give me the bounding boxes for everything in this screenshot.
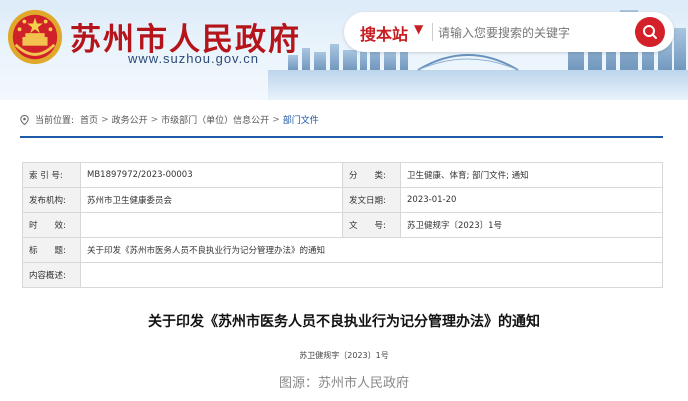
- breadcrumb: 当前位置: 首页 > 政务公开 > 市级部门（单位）信息公开 > 部门文件: [20, 113, 319, 126]
- validity-label: 时 效:: [22, 212, 81, 238]
- divider: [432, 23, 433, 41]
- table-row: 时 效: 文 号: 苏卫健规字〔2023〕1号: [22, 212, 663, 238]
- image-caption: 图源：苏州市人民政府: [278, 376, 409, 391]
- issue-date-value: 2023-01-20: [400, 187, 663, 213]
- document-number-label: 文 号:: [342, 212, 401, 238]
- search-button[interactable]: [635, 17, 665, 47]
- validity-value: [80, 212, 343, 238]
- breadcrumb-separator: >: [272, 114, 280, 125]
- site-url: www.suzhou.gov.cn: [128, 51, 259, 66]
- breadcrumb-item-gov-affairs[interactable]: 政务公开: [112, 113, 148, 126]
- document-info-table: 索 引 号: MB1897972/2023-00003 分 类: 卫生健康、体育…: [22, 162, 663, 288]
- search-input[interactable]: [436, 21, 630, 45]
- issue-date-label: 发文日期:: [342, 187, 401, 213]
- breadcrumb-separator: >: [150, 114, 159, 125]
- location-pin-icon: [20, 114, 29, 125]
- breadcrumb-item-dept-documents[interactable]: 部门文件: [283, 113, 319, 126]
- table-row: 内容概述:: [22, 262, 663, 288]
- national-emblem-icon: [7, 9, 63, 65]
- table-row: 发布机构: 苏州市卫生健康委员会 发文日期: 2023-01-20: [22, 187, 663, 213]
- caret-down-icon[interactable]: ▼: [414, 22, 423, 36]
- breadcrumb-separator: >: [101, 114, 109, 125]
- document-title: 关于印发《苏州市医务人员不良执业行为记分管理办法》的通知: [148, 314, 540, 330]
- document-number-value: 苏卫健规字〔2023〕1号: [400, 212, 663, 238]
- breadcrumb-item-home[interactable]: 首页: [80, 113, 98, 126]
- table-row: 索 引 号: MB1897972/2023-00003 分 类: 卫生健康、体育…: [22, 162, 663, 188]
- document-number: 苏卫健规字〔2023〕1号: [299, 351, 389, 360]
- breadcrumb-divider: [20, 136, 663, 138]
- breadcrumb-prefix: 当前位置:: [35, 116, 75, 126]
- site-header: 苏州市人民政府 www.suzhou.gov.cn 搜本站 ▼: [0, 0, 688, 100]
- search-scope-dropdown[interactable]: 搜本站: [360, 21, 408, 45]
- publisher-value: 苏州市卫生健康委员会: [80, 187, 343, 213]
- index-number-value: MB1897972/2023-00003: [80, 162, 343, 188]
- summary-label: 内容概述:: [22, 262, 81, 288]
- category-value: 卫生健康、体育; 部门文件; 通知: [400, 162, 663, 188]
- title-value: 关于印发《苏州市医务人员不良执业行为记分管理办法》的通知: [80, 237, 663, 263]
- search-bar: 搜本站 ▼: [344, 12, 674, 52]
- breadcrumb-item-departments[interactable]: 市级部门（单位）信息公开: [161, 113, 269, 126]
- summary-value: [80, 262, 663, 288]
- publisher-label: 发布机构:: [22, 187, 81, 213]
- table-row: 标 题: 关于印发《苏州市医务人员不良执业行为记分管理办法》的通知: [22, 237, 663, 263]
- search-icon: [643, 25, 657, 39]
- category-label: 分 类:: [342, 162, 401, 188]
- title-label: 标 题:: [22, 237, 81, 263]
- index-number-label: 索 引 号:: [22, 162, 81, 188]
